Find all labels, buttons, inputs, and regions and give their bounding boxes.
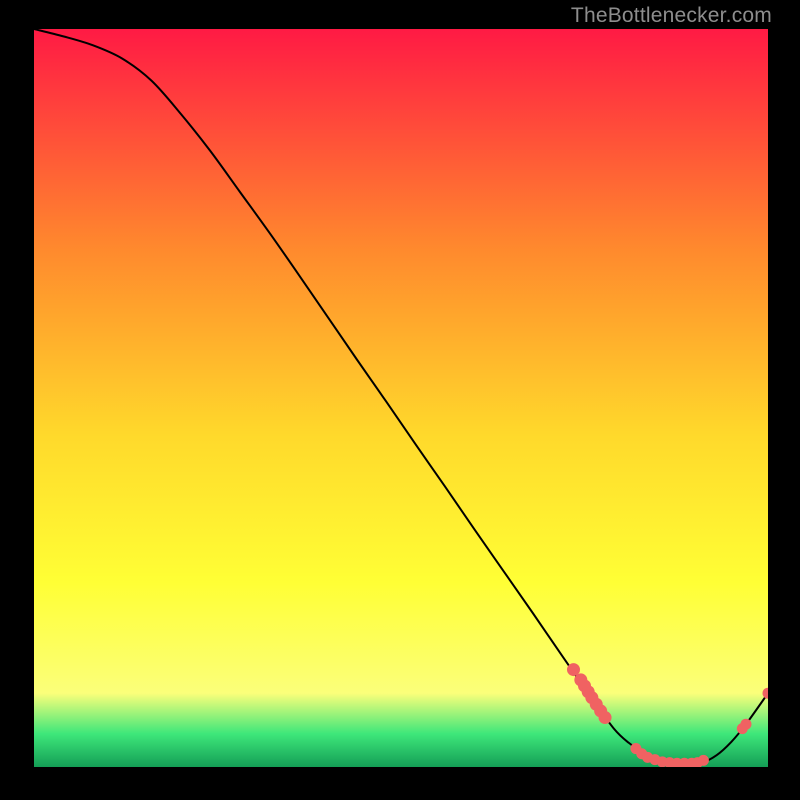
chart-stage: TheBottlenecker.com [0,0,800,800]
chart-plot-area [34,29,768,767]
watermark-text: TheBottlenecker.com [571,4,772,28]
chart-background-gradient [34,29,768,767]
data-marker [698,755,709,766]
data-marker [740,719,751,730]
data-marker [599,711,612,724]
